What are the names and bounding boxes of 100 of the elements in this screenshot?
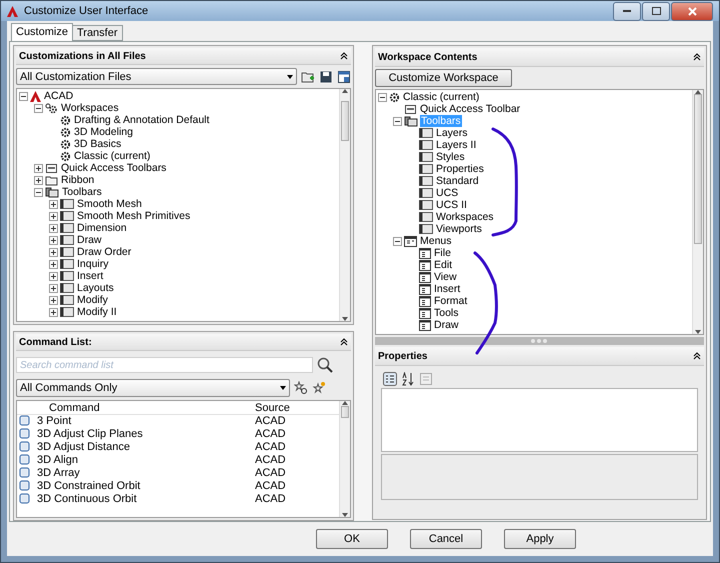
- tree-item[interactable]: Ribbon: [60, 174, 96, 186]
- scroll-thumb[interactable]: [340, 101, 349, 141]
- tree-item[interactable]: Toolbars: [61, 186, 103, 198]
- customize-workspace-button[interactable]: Customize Workspace: [374, 69, 512, 87]
- scrollbar[interactable]: [338, 89, 350, 321]
- tree-item[interactable]: View: [432, 271, 458, 283]
- save-icon[interactable]: [318, 70, 333, 84]
- collapse-toggle-icon[interactable]: [34, 188, 43, 196]
- tree-item[interactable]: Format: [432, 295, 468, 307]
- command-cell[interactable]: 3D Array: [35, 466, 253, 479]
- expand-toggle-icon[interactable]: [49, 284, 58, 292]
- tab[interactable]: Transfer: [72, 25, 123, 41]
- command-cell[interactable]: 3D Adjust Distance: [35, 440, 253, 453]
- expand-toggle-icon[interactable]: [49, 272, 58, 280]
- command-cell[interactable]: 3D Align: [35, 453, 253, 466]
- tree-item[interactable]: Workspaces: [434, 211, 495, 223]
- command-cell[interactable]: 3 Point: [35, 414, 253, 427]
- maximize-button[interactable]: [642, 2, 670, 20]
- tree-item[interactable]: Insert: [432, 283, 462, 295]
- command-cell[interactable]: 3D Adjust Clip Planes: [35, 427, 253, 440]
- command-cell[interactable]: 3D Continuous Orbit: [35, 492, 253, 505]
- tree-item[interactable]: Standard: [434, 175, 480, 187]
- dropdown-arrow-icon[interactable]: [280, 386, 286, 390]
- star-search-icon[interactable]: [294, 381, 308, 395]
- search-icon[interactable]: [316, 357, 333, 373]
- tree-item[interactable]: Classic (current): [73, 150, 152, 162]
- categorized-icon[interactable]: [382, 372, 397, 386]
- scroll-thumb[interactable]: [340, 406, 349, 418]
- collapse-icon[interactable]: [693, 53, 701, 61]
- tree-item[interactable]: Smooth Mesh: [76, 198, 143, 210]
- new-star-icon[interactable]: [312, 381, 326, 395]
- collapse-icon[interactable]: [693, 352, 701, 360]
- collapse-toggle-icon[interactable]: [392, 116, 402, 126]
- dialog-button[interactable]: Cancel: [410, 529, 482, 549]
- tab[interactable]: Customize: [11, 23, 73, 41]
- tree-item[interactable]: Modify II: [76, 306, 118, 318]
- scroll-down-icon[interactable]: [342, 513, 348, 517]
- dialog-button[interactable]: Apply: [504, 529, 576, 549]
- collapse-toggle-icon[interactable]: [392, 236, 402, 246]
- tree-item[interactable]: 3D Basics: [73, 138, 122, 150]
- tree-item[interactable]: Draw: [432, 319, 460, 331]
- expand-toggle-icon[interactable]: [49, 200, 58, 208]
- tree-item[interactable]: Inquiry: [76, 258, 110, 270]
- tree-item[interactable]: Modify: [76, 294, 109, 306]
- collapse-toggle-icon[interactable]: [19, 92, 28, 100]
- tree-item[interactable]: Menus: [418, 235, 452, 247]
- scroll-down-icon[interactable]: [342, 317, 348, 321]
- tree-item[interactable]: Quick Access Toolbars: [60, 162, 168, 174]
- tree-item[interactable]: Classic (current): [402, 91, 480, 103]
- collapse-toggle-icon[interactable]: [378, 92, 387, 102]
- tree-item[interactable]: Viewports: [434, 223, 483, 235]
- tree-item[interactable]: File: [432, 247, 452, 259]
- expand-toggle-icon[interactable]: [49, 260, 58, 268]
- tree-item[interactable]: Edit: [432, 259, 454, 271]
- expand-toggle-icon[interactable]: [49, 248, 58, 256]
- expand-toggle-icon[interactable]: [49, 308, 58, 316]
- window-icon[interactable]: [336, 70, 351, 84]
- dropdown-arrow-icon[interactable]: [286, 74, 293, 78]
- expand-toggle-icon[interactable]: [49, 296, 58, 304]
- file-filter-dropdown[interactable]: All Customization Files: [16, 68, 297, 85]
- collapse-icon[interactable]: [340, 52, 348, 60]
- tree-item[interactable]: Layers II: [434, 139, 478, 151]
- tree-item[interactable]: Properties: [434, 163, 485, 175]
- minimize-button[interactable]: [613, 2, 641, 20]
- collapse-icon[interactable]: [340, 338, 348, 346]
- scroll-up-icon[interactable]: [342, 89, 348, 93]
- expand-toggle-icon[interactable]: [49, 212, 58, 220]
- scrollbar[interactable]: [338, 401, 350, 517]
- tree-item[interactable]: Smooth Mesh Primitives: [76, 210, 192, 222]
- column-header[interactable]: Command: [35, 401, 253, 415]
- collapse-toggle-icon[interactable]: [34, 104, 43, 112]
- command-filter-dropdown[interactable]: All Commands Only: [16, 379, 290, 397]
- tree-item[interactable]: Dimension: [76, 222, 128, 234]
- tree-item[interactable]: 3D Modeling: [73, 126, 134, 138]
- scroll-thumb[interactable]: [694, 94, 702, 244]
- tree-item[interactable]: Quick Access Toolbar: [418, 103, 522, 115]
- open-folder-icon[interactable]: [300, 70, 315, 84]
- expand-toggle-icon[interactable]: [49, 224, 58, 232]
- tree-item[interactable]: Layers: [434, 127, 468, 139]
- scroll-down-icon[interactable]: [695, 330, 701, 334]
- tree-item[interactable]: Insert: [76, 270, 104, 282]
- scrollbar[interactable]: [692, 90, 703, 334]
- sort-alphabetical-icon[interactable]: [400, 372, 415, 386]
- tree-item[interactable]: Workspaces: [60, 102, 120, 114]
- dialog-button[interactable]: OK: [316, 529, 388, 549]
- search-field[interactable]: Search command list: [16, 357, 313, 373]
- expand-toggle-icon[interactable]: [49, 236, 58, 244]
- tree-item[interactable]: Styles: [434, 151, 466, 163]
- tree-item[interactable]: ACAD: [43, 90, 74, 102]
- command-cell[interactable]: 3D Constrained Orbit: [35, 479, 253, 492]
- splitter-handle[interactable]: [374, 337, 704, 345]
- expand-toggle-icon[interactable]: [34, 176, 43, 184]
- expand-toggle-icon[interactable]: [34, 164, 43, 172]
- tree-item[interactable]: UCS: [434, 187, 460, 199]
- tree-item[interactable]: Draw Order: [76, 246, 132, 258]
- tree-item[interactable]: Draw: [76, 234, 103, 246]
- tree-item[interactable]: Layouts: [76, 282, 115, 294]
- tree-item[interactable]: UCS II: [434, 199, 468, 211]
- close-button[interactable]: [671, 2, 713, 20]
- column-header[interactable]: Source: [252, 401, 339, 415]
